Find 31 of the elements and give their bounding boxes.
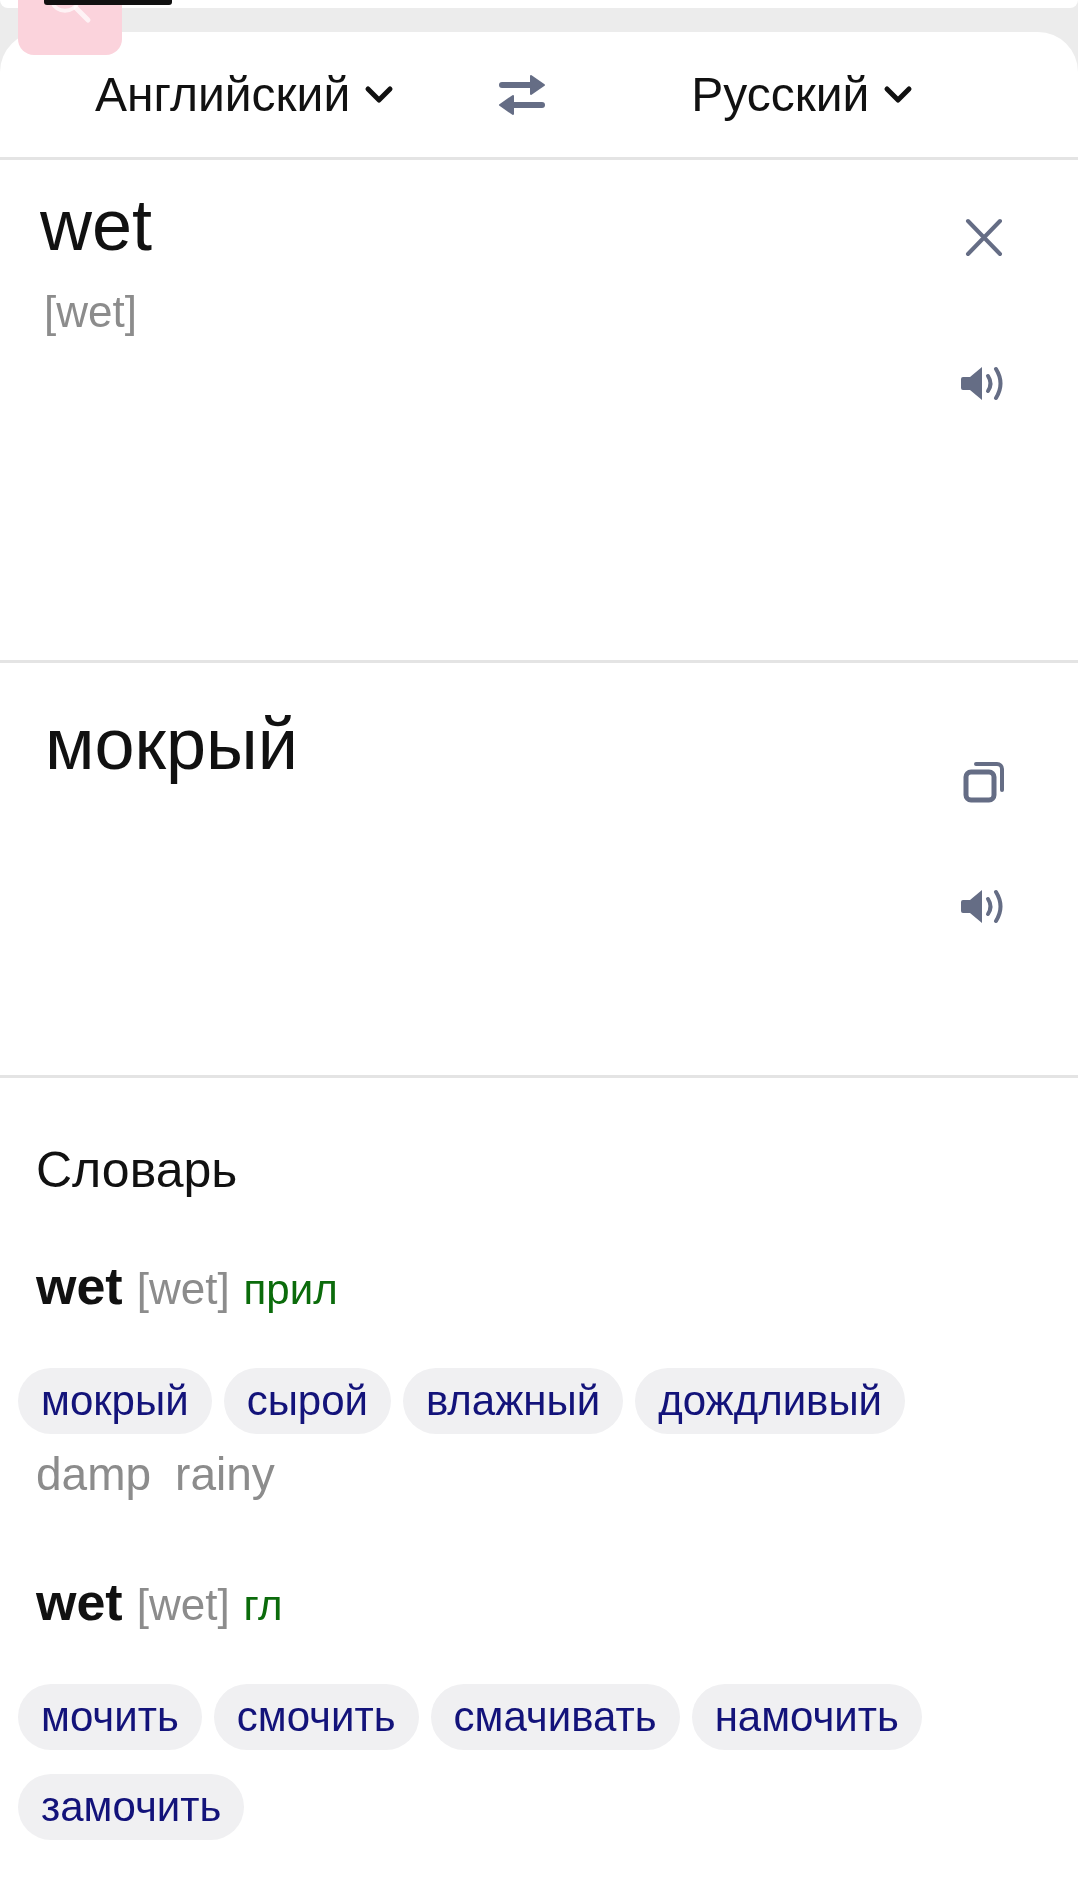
translation-chip[interactable]: мокрый: [18, 1368, 212, 1434]
headword-text: wet: [36, 1572, 123, 1633]
translation-chip[interactable]: намочить: [691, 1684, 922, 1750]
translation-chip[interactable]: сырой: [223, 1368, 391, 1434]
source-language-button[interactable]: Английский: [95, 67, 395, 122]
transcription-text: [wet]: [44, 286, 137, 338]
target-language-button[interactable]: Русский: [691, 67, 914, 122]
translation-chip[interactable]: влажный: [403, 1368, 624, 1434]
chevron-down-icon: [883, 85, 914, 104]
copy-button[interactable]: [962, 760, 1005, 803]
translation-text: мокрый: [45, 703, 299, 786]
swap-languages-button[interactable]: [498, 72, 547, 117]
part-of-speech-label: гл: [243, 1581, 283, 1631]
close-icon: [964, 218, 1003, 257]
synonym-text: damp: [36, 1447, 152, 1502]
copy-icon: [962, 760, 1005, 803]
synonym-text: rainy: [175, 1447, 275, 1502]
search-button[interactable]: [18, 0, 122, 55]
transcription-text: [wet]: [136, 1263, 230, 1315]
swap-arrows-icon: [498, 72, 547, 117]
translation-chip[interactable]: дождливый: [635, 1368, 906, 1434]
part-of-speech-label: прил: [243, 1265, 338, 1315]
translation-chip[interactable]: смачивать: [430, 1684, 680, 1750]
translation-chip[interactable]: мочить: [18, 1684, 202, 1750]
translation-chip[interactable]: замочить: [18, 1774, 245, 1840]
clear-button[interactable]: [964, 218, 1003, 257]
translation-chip[interactable]: смочить: [213, 1684, 419, 1750]
chevron-down-icon: [364, 85, 395, 104]
headword-text: wet: [36, 1256, 123, 1317]
dictionary-title: Словарь: [36, 1141, 238, 1200]
transcription-text: [wet]: [136, 1579, 230, 1631]
